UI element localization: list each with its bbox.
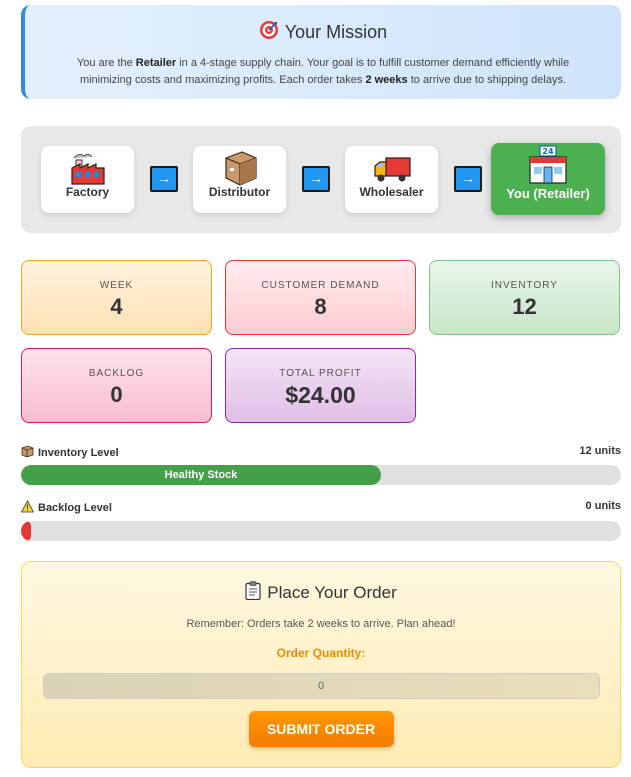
inventory-level-bar: Healthy Stock xyxy=(21,465,621,485)
mission-delay: 2 weeks xyxy=(365,74,408,86)
mission-title-text: Your Mission xyxy=(284,22,388,42)
customer-demand-label: CUSTOMER DEMAND xyxy=(261,280,380,291)
order-quantity-input[interactable] xyxy=(42,673,600,699)
truck-icon xyxy=(345,148,438,186)
total-profit-value: $24.00 xyxy=(285,382,356,408)
total-profit-label: TOTAL PROFIT xyxy=(279,368,362,379)
backlog-level-value: 0 units xyxy=(585,500,621,512)
mission-text-3: to arrive due to shipping delays. xyxy=(407,74,567,86)
arrow-right-icon: → xyxy=(150,166,178,192)
customer-demand-value: 8 xyxy=(314,294,327,319)
factory-icon xyxy=(41,148,134,186)
inventory-value: 12 xyxy=(512,294,537,319)
mission-title: Your Mission xyxy=(25,20,621,45)
package-icon xyxy=(193,148,286,186)
order-quantity-label: Order Quantity: xyxy=(276,646,366,660)
backlog-level-fill xyxy=(21,521,32,541)
backlog-level-header: Backlog Level 0 units xyxy=(20,500,621,516)
store-icon: 24 xyxy=(491,145,605,184)
mission-description: You are the Retailer in a 4-stage supply… xyxy=(65,55,581,89)
chain-node-distributor: Distributor xyxy=(193,146,286,213)
customer-demand-card: CUSTOMER DEMAND 8 xyxy=(225,260,416,335)
chain-node-label: Distributor xyxy=(208,185,271,199)
arrow-right-icon: → xyxy=(454,166,482,192)
mission-text-1: You are the xyxy=(76,57,136,69)
backlog-value: 0 xyxy=(110,382,123,407)
target-icon xyxy=(259,20,279,45)
chain-node-wholesaler: Wholesaler xyxy=(345,146,438,213)
order-title-text: Place Your Order xyxy=(267,583,397,602)
chain-node-label: Factory xyxy=(65,185,110,199)
order-hint: Remember: Orders take 2 weeks to arrive.… xyxy=(186,618,456,630)
warning-icon xyxy=(20,500,35,516)
inventory-level-header: Inventory Level 12 units xyxy=(21,445,621,459)
chain-node-label: Wholesaler xyxy=(359,185,424,199)
backlog-level-bar xyxy=(21,521,621,541)
svg-text:24: 24 xyxy=(542,147,554,156)
backlog-card: BACKLOG 0 xyxy=(21,348,212,423)
week-card: WEEK 4 xyxy=(21,260,212,335)
submit-order-button[interactable]: SUBMIT ORDER xyxy=(248,711,394,747)
inventory-level-fill: Healthy Stock xyxy=(21,465,381,485)
arrow-right-icon: → xyxy=(302,166,330,192)
backlog-label: BACKLOG xyxy=(88,368,145,379)
week-value: 4 xyxy=(110,294,123,319)
chain-node-factory: Factory xyxy=(41,146,134,213)
total-profit-card: TOTAL PROFIT $24.00 xyxy=(225,348,416,423)
week-label: WEEK xyxy=(99,280,134,291)
mission-role: Retailer xyxy=(135,57,177,69)
inventory-level-value: 12 units xyxy=(579,445,621,457)
supply-chain: Factory → Distributor → Wholesaler → 24 … xyxy=(21,126,621,233)
chain-node-label: You (Retailer) xyxy=(506,186,590,201)
mission-panel: Your Mission You are the Retailer in a 4… xyxy=(21,5,621,99)
inventory-card: INVENTORY 12 xyxy=(429,260,620,335)
package-icon xyxy=(21,445,34,461)
backlog-level-label: Backlog Level xyxy=(38,502,112,514)
clipboard-icon xyxy=(245,581,261,605)
inventory-level-label: Inventory Level xyxy=(38,447,119,459)
inventory-label: INVENTORY xyxy=(491,280,558,291)
order-panel: Place Your Order Remember: Orders take 2… xyxy=(21,561,621,768)
order-title: Place Your Order xyxy=(22,581,620,605)
chain-node-retailer: 24 You (Retailer) xyxy=(491,143,605,215)
